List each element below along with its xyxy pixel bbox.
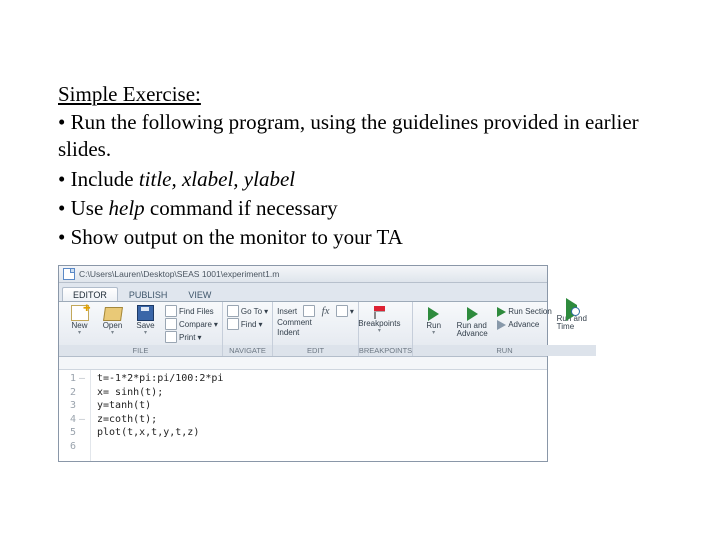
insert-extra-icon bbox=[336, 305, 348, 317]
tab-view[interactable]: VIEW bbox=[178, 288, 221, 301]
fx-icon: fx bbox=[322, 305, 330, 317]
code-line: x= sinh(t); bbox=[97, 386, 223, 400]
secondary-group-strip bbox=[59, 357, 547, 370]
group-edit: Insert fx ▾ Comment Indent EDIT bbox=[273, 302, 359, 356]
new-button[interactable]: New▾ bbox=[63, 305, 96, 336]
run-and-advance-button[interactable]: Run and Advance bbox=[450, 305, 494, 338]
new-file-icon bbox=[71, 305, 89, 321]
run-button[interactable]: Run▾ bbox=[417, 305, 450, 336]
advance-button[interactable]: Advance bbox=[497, 318, 552, 330]
find-icon bbox=[227, 318, 239, 330]
goto-button[interactable]: Go To ▾ bbox=[227, 305, 268, 317]
code-area[interactable]: t=-1*2*pi:pi/100:2*pi x= sinh(t); y=tanh… bbox=[91, 370, 229, 461]
file-path: C:\Users\Lauren\Desktop\SEAS 1001\experi… bbox=[79, 269, 279, 279]
code-line bbox=[97, 440, 223, 454]
open-button[interactable]: Open▾ bbox=[96, 305, 129, 336]
code-line: plot(t,x,t,y,t,z) bbox=[97, 426, 223, 440]
find-button[interactable]: Find ▾ bbox=[227, 318, 268, 330]
group-run: Run▾ Run and Advance Run Section Advance… bbox=[413, 302, 596, 356]
code-line: t=-1*2*pi:pi/100:2*pi bbox=[97, 372, 223, 386]
bullet-4: • Show output on the monitor to your TA bbox=[58, 224, 662, 251]
run-play-icon bbox=[428, 307, 439, 321]
code-line: y=tanh(t) bbox=[97, 399, 223, 413]
ribbon-toolbar: New▾ Open▾ Save▾ Find Files Compare ▾ Pr… bbox=[59, 302, 547, 357]
bullet-2: • Include title, xlabel, ylabel bbox=[58, 166, 662, 193]
insert-button[interactable]: Insert fx ▾ bbox=[277, 305, 354, 317]
code-line: z=coth(t); bbox=[97, 413, 223, 427]
group-label-file: FILE bbox=[59, 345, 222, 356]
window-titlebar: C:\Users\Lauren\Desktop\SEAS 1001\experi… bbox=[59, 266, 547, 283]
print-icon bbox=[165, 331, 177, 343]
compare-button[interactable]: Compare ▾ bbox=[165, 318, 218, 330]
group-label-edit: EDIT bbox=[273, 345, 358, 356]
group-file: New▾ Open▾ Save▾ Find Files Compare ▾ Pr… bbox=[59, 302, 223, 356]
run-and-time-button[interactable]: Run and Time bbox=[552, 305, 592, 331]
ribbon-tabs: EDITOR PUBLISH VIEW bbox=[59, 283, 547, 302]
run-section-button[interactable]: Run Section bbox=[497, 305, 552, 317]
group-breakpoints: Breakpoints▾ BREAKPOINTS bbox=[359, 302, 413, 356]
run-advance-play-icon bbox=[467, 307, 478, 321]
save-button[interactable]: Save▾ bbox=[129, 305, 162, 336]
matlab-editor-screenshot: C:\Users\Lauren\Desktop\SEAS 1001\experi… bbox=[58, 265, 548, 462]
bullet-1: • Run the following program, using the g… bbox=[58, 109, 662, 164]
tab-publish[interactable]: PUBLISH bbox=[119, 288, 178, 301]
insert-icon bbox=[303, 305, 315, 317]
open-folder-icon bbox=[103, 307, 123, 321]
group-navigate: Go To ▾ Find ▾ NAVIGATE bbox=[223, 302, 273, 356]
compare-icon bbox=[165, 318, 177, 330]
run-section-icon bbox=[497, 307, 506, 317]
group-label-breakpoints: BREAKPOINTS bbox=[359, 345, 412, 356]
comment-button[interactable]: Comment bbox=[277, 318, 354, 327]
line-gutter: 1– 2 3 4– 5 6 bbox=[59, 370, 91, 461]
group-label-run: RUN bbox=[413, 345, 596, 356]
slide-body: • Run the following program, using the g… bbox=[58, 109, 662, 251]
goto-icon bbox=[227, 305, 239, 317]
print-button[interactable]: Print ▾ bbox=[165, 331, 218, 343]
document-icon bbox=[63, 268, 75, 280]
indent-button[interactable]: Indent bbox=[277, 328, 354, 337]
find-files-button[interactable]: Find Files bbox=[165, 305, 218, 317]
find-files-icon bbox=[165, 305, 177, 317]
slide-heading: Simple Exercise: bbox=[58, 82, 662, 107]
breakpoints-button[interactable]: Breakpoints▾ bbox=[363, 305, 396, 334]
breakpoint-flag-icon bbox=[374, 306, 385, 319]
advance-icon bbox=[497, 320, 506, 330]
tab-editor[interactable]: EDITOR bbox=[62, 287, 118, 301]
bullet-3: • Use help command if necessary bbox=[58, 195, 662, 222]
group-label-navigate: NAVIGATE bbox=[223, 345, 272, 356]
save-disk-icon bbox=[137, 305, 154, 321]
code-editor[interactable]: 1– 2 3 4– 5 6 t=-1*2*pi:pi/100:2*pi x= s… bbox=[59, 370, 547, 461]
